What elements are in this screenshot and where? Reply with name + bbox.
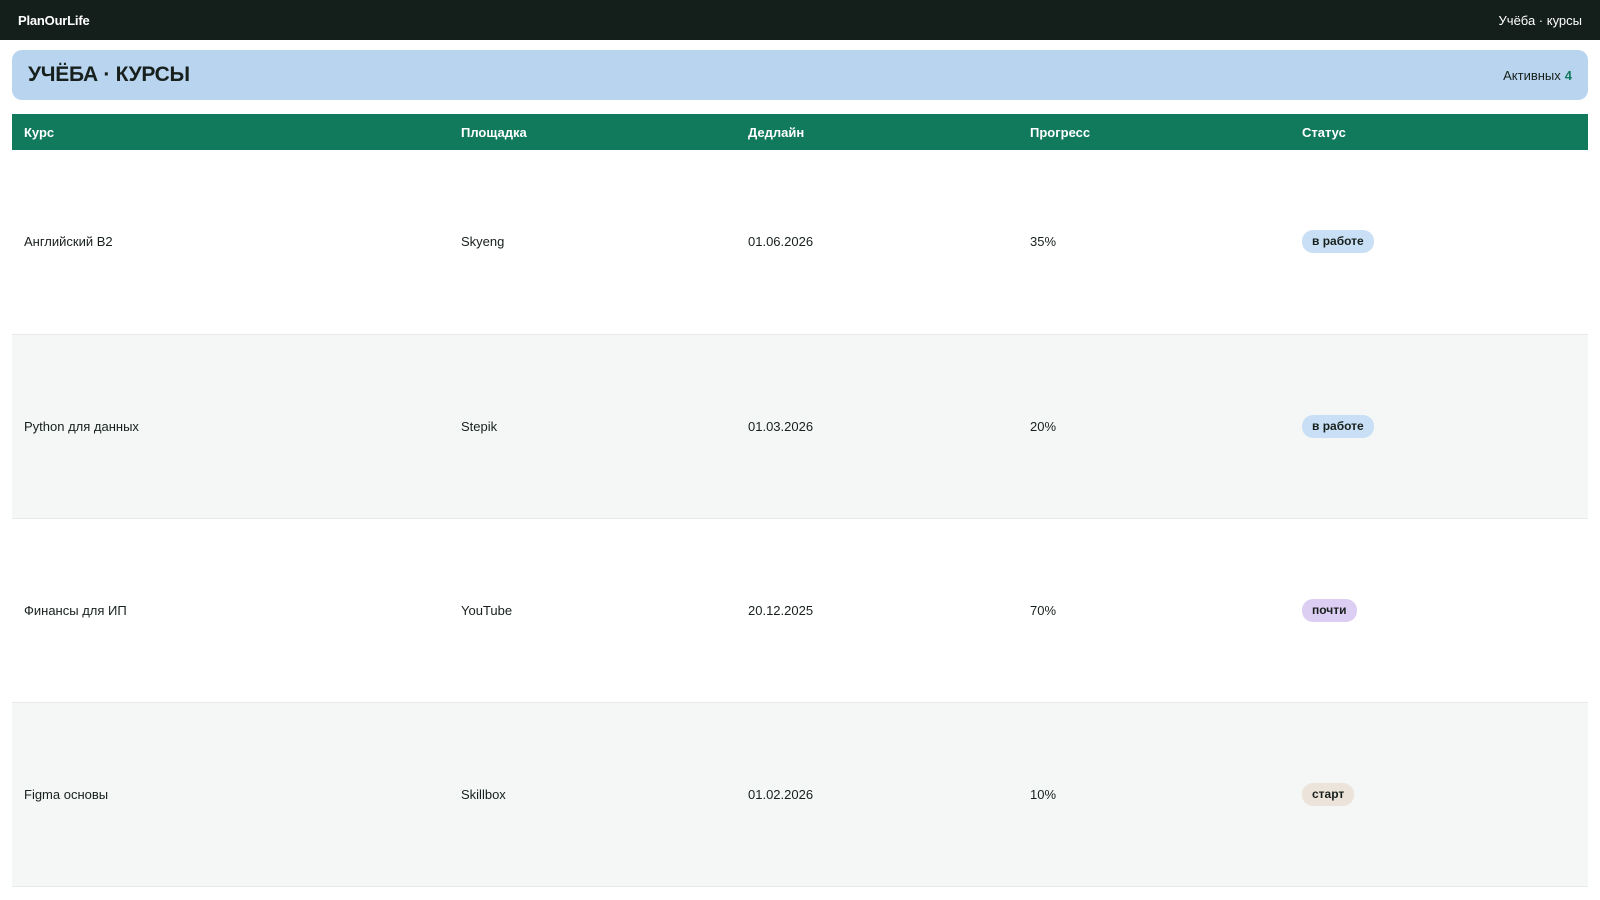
cell-progress: 35% <box>1030 234 1057 250</box>
cell-platform: Skyeng <box>461 234 505 250</box>
cell-platform: YouTube <box>461 602 513 618</box>
cell-deadline: 01.03.2026 <box>748 418 814 434</box>
cell-platform: Stepik <box>461 418 498 434</box>
cell-course: Python для данных <box>24 418 139 434</box>
page-title: УЧЁБА · КУРСЫ <box>28 63 190 86</box>
column-header-status[interactable]: Статус <box>1290 114 1588 150</box>
status-badge: почти <box>1302 598 1357 622</box>
cell-progress: 70% <box>1030 602 1057 618</box>
top-bar: PlanOurLife Учёба · курсы <box>0 0 1600 40</box>
cell-deadline: 01.02.2026 <box>748 786 814 802</box>
column-header-deadline[interactable]: Дедлайн <box>736 114 1018 150</box>
table-header-row: Курс Площадка Дедлайн Прогресс Статус <box>12 114 1588 150</box>
active-count-value: 4 <box>1564 67 1572 83</box>
cell-course: Английский B2 <box>24 234 113 250</box>
cell-platform: Skillbox <box>461 786 506 802</box>
cell-status: в работе <box>1290 334 1588 518</box>
cell-course: Финансы для ИП <box>24 602 127 618</box>
cell-progress: 20% <box>1030 418 1057 434</box>
cell-deadline: 20.12.2025 <box>748 602 814 618</box>
cell-progress: 10% <box>1030 786 1057 802</box>
table-row[interactable]: Figma основы Skillbox 01.02.2026 10% ста… <box>12 702 1588 886</box>
table-row[interactable]: Финансы для ИП YouTube 20.12.2025 70% по… <box>12 518 1588 702</box>
table-row[interactable]: Python для данных Stepik 01.03.2026 20% … <box>12 334 1588 518</box>
column-header-course[interactable]: Курс <box>12 114 449 150</box>
cell-course: Figma основы <box>24 786 109 802</box>
status-badge: в работе <box>1302 414 1374 438</box>
column-header-platform[interactable]: Площадка <box>449 114 736 150</box>
active-count-label: Активных <box>1503 67 1561 83</box>
cell-status: в работе <box>1290 150 1588 334</box>
status-badge: старт <box>1302 782 1355 806</box>
page-banner: УЧЁБА · КУРСЫ Активных 4 <box>12 50 1588 100</box>
cell-status: старт <box>1290 702 1588 886</box>
table-row[interactable]: Английский B2 Skyeng 01.06.2026 35% в ра… <box>12 150 1588 334</box>
active-count: Активных 4 <box>1503 68 1572 83</box>
courses-table: Курс Площадка Дедлайн Прогресс Статус Ан… <box>12 114 1588 887</box>
column-header-progress[interactable]: Прогресс <box>1018 114 1290 150</box>
brand-logo[interactable]: PlanOurLife <box>18 13 90 28</box>
cell-deadline: 01.06.2026 <box>748 234 814 250</box>
status-badge: в работе <box>1302 230 1374 254</box>
cell-status: почти <box>1290 518 1588 702</box>
breadcrumb: Учёба · курсы <box>1498 12 1582 28</box>
